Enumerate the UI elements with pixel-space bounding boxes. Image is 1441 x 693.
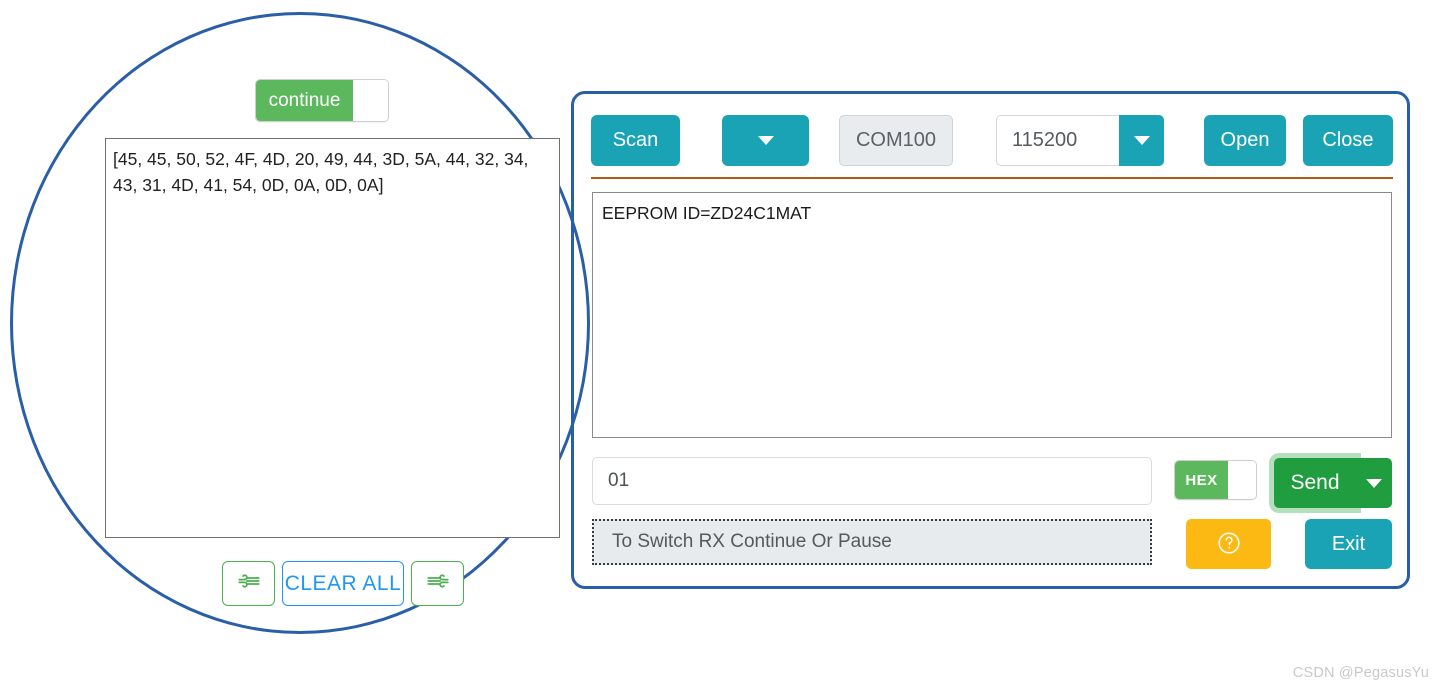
- tx-input-field[interactable]: 01: [592, 457, 1152, 505]
- scan-dropdown-button[interactable]: [722, 115, 809, 166]
- clear-all-button[interactable]: CLEAR ALL: [282, 561, 404, 606]
- status-bar: To Switch RX Continue Or Pause: [592, 519, 1152, 565]
- baudrate-select[interactable]: 115200: [996, 115, 1164, 166]
- scan-button-label: Scan: [612, 129, 659, 151]
- open-port-button[interactable]: Open: [1204, 115, 1286, 166]
- question-mark-circle-icon: [1215, 529, 1243, 560]
- send-button[interactable]: Send: [1274, 458, 1356, 508]
- chevron-down-icon: [757, 136, 774, 145]
- rx-continue-toggle-knob: continue: [256, 80, 353, 121]
- com-port-field[interactable]: COM100: [839, 115, 953, 166]
- hex-mode-toggle[interactable]: HEX: [1174, 460, 1257, 500]
- toolbar-divider: [591, 177, 1393, 179]
- close-port-button[interactable]: Close: [1303, 115, 1393, 166]
- status-bar-text: To Switch RX Continue Or Pause: [612, 531, 892, 552]
- rx-display-textarea[interactable]: EEPROM ID=ZD24C1MAT: [592, 192, 1392, 438]
- rx-pause-button[interactable]: [411, 561, 464, 606]
- rx-continue-toggle[interactable]: continue: [255, 79, 389, 122]
- rx-log-textarea[interactable]: [45, 45, 50, 52, 4F, 4D, 20, 49, 44, 3D,…: [105, 138, 560, 538]
- tx-input-value: 01: [608, 470, 630, 491]
- hex-mode-toggle-track: [1228, 461, 1256, 499]
- rx-resume-button[interactable]: [222, 561, 275, 606]
- watermark: CSDN @PegasusYu: [1292, 665, 1429, 681]
- close-button-label: Close: [1322, 129, 1374, 151]
- open-button-label: Open: [1220, 129, 1270, 151]
- send-button-group: Send: [1274, 458, 1392, 508]
- baudrate-value: 115200: [996, 115, 1119, 166]
- serial-terminal-window: Scan COM100 115200 Open Close EEPROM ID=…: [571, 91, 1410, 589]
- scan-button[interactable]: Scan: [591, 115, 680, 166]
- connection-toolbar: Scan COM100 115200 Open Close: [591, 115, 1393, 169]
- hex-mode-toggle-knob: HEX: [1175, 461, 1228, 499]
- chevron-down-icon: [1366, 478, 1382, 488]
- exit-button[interactable]: Exit: [1305, 519, 1392, 569]
- wind-left-icon: [236, 568, 262, 599]
- send-dropdown-button[interactable]: [1356, 458, 1392, 508]
- exit-button-label: Exit: [1331, 532, 1366, 555]
- clear-all-label: CLEAR ALL: [284, 571, 402, 595]
- com-port-value: COM100: [855, 129, 937, 151]
- chevron-down-icon: [1133, 136, 1150, 145]
- send-button-label: Send: [1290, 471, 1340, 494]
- help-button[interactable]: [1186, 519, 1271, 569]
- wind-right-icon: [425, 568, 451, 599]
- baudrate-dropdown-button[interactable]: [1119, 115, 1164, 166]
- magnified-left-panel: continue [45, 45, 50, 52, 4F, 4D, 20, 49…: [0, 0, 600, 650]
- rx-continue-toggle-track: [353, 80, 388, 121]
